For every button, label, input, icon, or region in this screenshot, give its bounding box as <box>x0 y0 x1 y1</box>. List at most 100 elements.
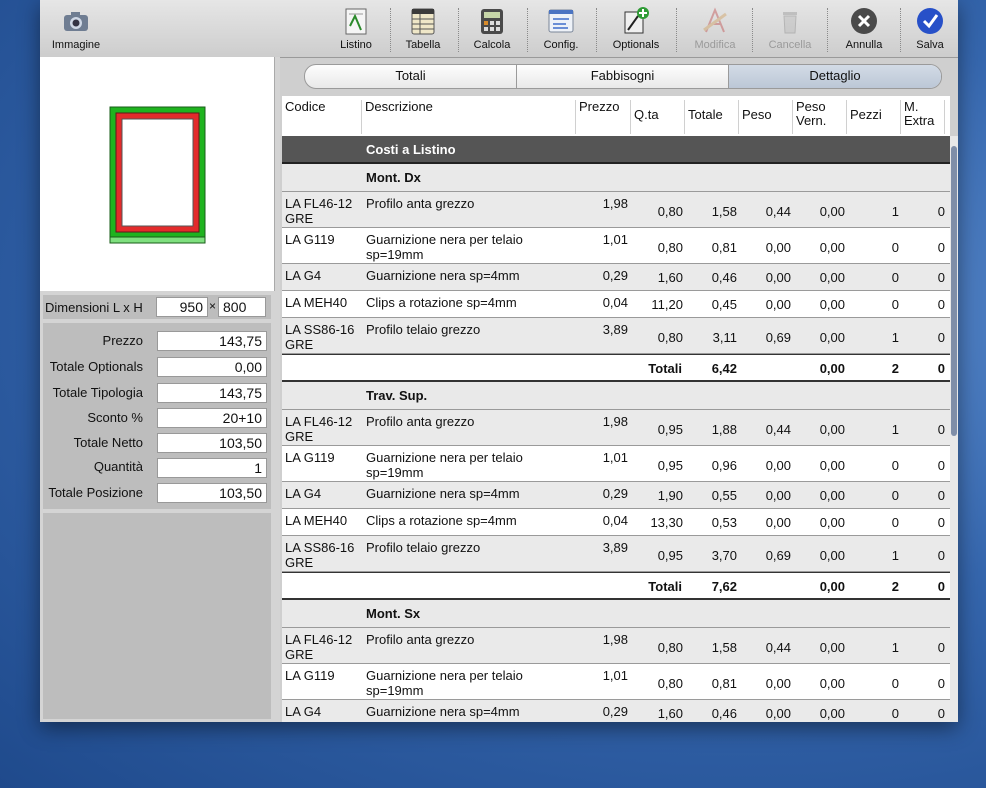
cell-extra: 0 <box>937 515 945 530</box>
col-extra[interactable]: M. Extra <box>901 100 945 134</box>
totals-label: Totali <box>648 579 682 594</box>
cell-totale: 1,58 <box>711 640 737 655</box>
cell-qta: 1,60 <box>657 270 683 285</box>
table-row[interactable]: LA FL46-12 GRE Profilo anta grezzo 1,98 0,8… <box>282 628 950 664</box>
cell-descrizione: Profilo anta grezzo <box>366 196 475 211</box>
col-descrizione[interactable]: Descrizione <box>362 100 576 134</box>
cell-peso-vern: 0,00 <box>819 548 845 563</box>
config-button[interactable]: Config. <box>531 4 591 51</box>
cancella-label: Cancella <box>768 39 812 51</box>
cell-descrizione: Guarnizione nera per telaio sp=19mm <box>366 232 523 262</box>
listino-button[interactable]: Listino <box>326 4 386 51</box>
table-row[interactable]: LA G4 Guarnizione nera sp=4mm 0,29 1,90 0,55… <box>282 482 950 509</box>
tabella-button[interactable]: Tabella <box>393 4 453 51</box>
cell-peso: 0,00 <box>765 706 791 721</box>
width-field[interactable]: 950 <box>156 297 208 317</box>
col-totale[interactable]: Totale <box>685 100 739 134</box>
cell-pezzi: 1 <box>891 640 899 655</box>
cell-qta: 0,80 <box>657 676 683 691</box>
modifica-button[interactable]: Modifica <box>685 4 745 51</box>
totale-netto-field[interactable]: 103,50 <box>157 433 267 453</box>
salva-button[interactable]: Salva <box>900 4 958 51</box>
annulla-button[interactable]: Annulla <box>834 4 894 51</box>
table-row[interactable]: LA FL46-12 GRE Profilo anta grezzo 1,98 0,8… <box>282 192 950 228</box>
table-icon <box>411 8 435 35</box>
cell-pezzi: 0 <box>891 240 899 255</box>
cell-prezzo: 1,01 <box>602 232 628 247</box>
sconto-field[interactable]: 20+10 <box>157 408 267 428</box>
table-row[interactable]: LA G4 Guarnizione nera sp=4mm 0,29 1,60 0,46… <box>282 264 950 291</box>
col-prezzo[interactable]: Prezzo <box>576 100 631 134</box>
totale-posizione-field[interactable]: 103,50 <box>157 483 267 503</box>
col-peso-vern[interactable]: Peso Vern. <box>793 100 847 134</box>
cell-totale: 1,88 <box>711 422 737 437</box>
cell-codice: LA MEH40 <box>285 513 348 528</box>
vertical-scrollbar[interactable] <box>950 136 958 722</box>
cell-extra: 0 <box>937 422 945 437</box>
cell-peso: 0,69 <box>765 548 791 563</box>
cell-peso: 0,69 <box>765 330 791 345</box>
table-row[interactable]: LA G119 Guarnizione nera per telaio sp=19… <box>282 228 950 264</box>
col-peso[interactable]: Peso <box>739 100 793 134</box>
left-panel: Dimensioni L x H 950 × 800 Prezzo 143,75… <box>40 57 280 722</box>
table-row[interactable]: LA MEH40 Clips a rotazione sp=4mm 0,04 11,2… <box>282 291 950 318</box>
cell-peso: 0,00 <box>765 297 791 312</box>
cell-descrizione: Guarnizione nera per telaio sp=19mm <box>366 668 523 698</box>
config-icon <box>548 9 574 33</box>
optionals-button[interactable]: Optionals <box>606 4 666 51</box>
totale-posizione-label: Totale Posizione <box>48 485 143 500</box>
table-row[interactable]: LA FL46-12 GRE Profilo anta grezzo 1,98 0,9… <box>282 410 950 446</box>
cell-peso: 0,00 <box>765 488 791 503</box>
tab-dettaglio[interactable]: Dettaglio <box>729 65 941 88</box>
window-frame-drawing <box>109 106 206 244</box>
dimensions-label: Dimensioni L x H <box>45 300 143 315</box>
table-row[interactable]: LA MEH40 Clips a rotazione sp=4mm 0,04 13,3… <box>282 509 950 536</box>
col-pezzi[interactable]: Pezzi <box>847 100 901 134</box>
cell-peso: 0,00 <box>765 270 791 285</box>
cell-prezzo: 1,98 <box>602 414 628 429</box>
cell-peso-vern: 0,00 <box>819 270 845 285</box>
table-row[interactable]: LA SS86-16 GRE Profilo telaio grezzo 3,89 0… <box>282 318 950 354</box>
cell-peso-vern: 0,00 <box>819 330 845 345</box>
col-qta[interactable]: Q.ta <box>631 100 685 134</box>
totals-row[interactable]: Totali 7,62 0,00 2 0 <box>282 572 950 600</box>
camera-icon <box>64 12 88 31</box>
totals-totale: 6,42 <box>711 361 737 376</box>
table-row[interactable]: LA SS86-16 GRE Profilo telaio grezzo 3,89 0… <box>282 536 950 572</box>
toolbar: Immagine Listino Tabella Calcola Config.… <box>40 0 958 58</box>
cell-prezzo: 1,01 <box>602 668 628 683</box>
cell-extra: 0 <box>937 330 945 345</box>
cell-totale: 0,46 <box>711 270 737 285</box>
group-header-row[interactable]: Trav. Sup. <box>282 382 950 410</box>
cell-totale: 0,45 <box>711 297 737 312</box>
cell-pezzi: 0 <box>891 706 899 721</box>
totals-row[interactable]: Totali 6,42 0,00 2 0 <box>282 354 950 382</box>
table-row[interactable]: LA G119 Guarnizione nera per telaio sp=19… <box>282 446 950 482</box>
calcola-button[interactable]: Calcola <box>462 4 522 51</box>
cell-totale: 0,81 <box>711 240 737 255</box>
table-row[interactable]: LA G119 Guarnizione nera per telaio sp=19… <box>282 664 950 700</box>
group-name: Mont. Sx <box>366 606 421 621</box>
cell-prezzo: 1,01 <box>602 450 628 465</box>
cell-prezzo: 0,29 <box>602 268 628 283</box>
section-title-row[interactable]: Costi a Listino <box>282 136 950 164</box>
totale-tipologia-field[interactable]: 143,75 <box>157 383 267 403</box>
group-header-row[interactable]: Mont. Dx <box>282 164 950 192</box>
table-row[interactable]: LA G4 Guarnizione nera sp=4mm 0,29 1,60 0,46… <box>282 700 950 722</box>
cancella-button[interactable]: Cancella <box>760 4 820 51</box>
quantita-field[interactable]: 1 <box>157 458 267 478</box>
annulla-label: Annulla <box>845 39 883 51</box>
scrollbar-thumb[interactable] <box>951 146 957 436</box>
tab-totali[interactable]: Totali <box>305 65 517 88</box>
col-codice[interactable]: Codice <box>282 100 362 134</box>
tab-fabbisogni[interactable]: Fabbisogni <box>517 65 729 88</box>
cell-descrizione: Profilo anta grezzo <box>366 632 475 647</box>
height-field[interactable]: 800 <box>218 297 266 317</box>
totale-optionals-field[interactable]: 0,00 <box>157 357 267 377</box>
cell-descrizione: Clips a rotazione sp=4mm <box>366 295 517 310</box>
cell-extra: 0 <box>937 488 945 503</box>
prezzo-field[interactable]: 143,75 <box>157 331 267 351</box>
immagine-button[interactable]: Immagine <box>46 4 106 51</box>
cell-descrizione: Profilo telaio grezzo <box>366 322 481 337</box>
group-header-row[interactable]: Mont. Sx <box>282 600 950 628</box>
